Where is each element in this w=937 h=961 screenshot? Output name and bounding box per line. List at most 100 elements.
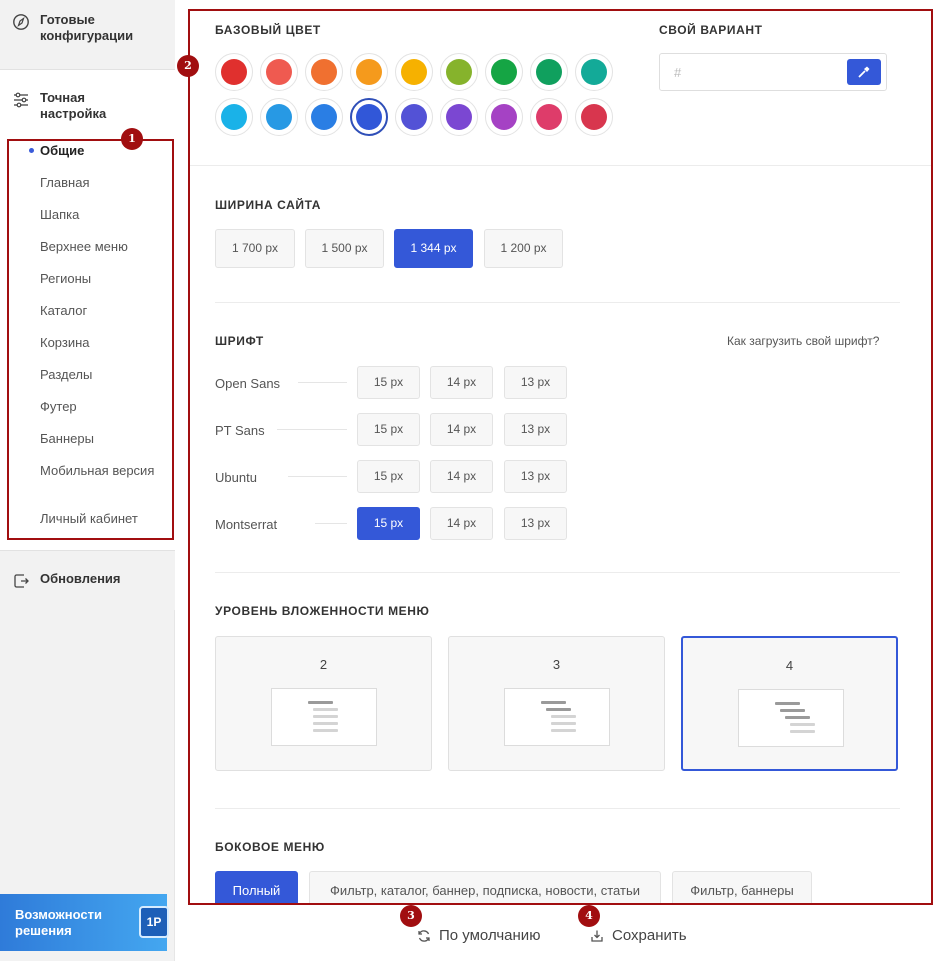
swatch-fill xyxy=(356,104,382,130)
site-width-title: ШИРИНА САЙТА xyxy=(215,198,322,212)
preview-line xyxy=(780,709,805,712)
swatch-fill xyxy=(491,104,517,130)
sidebar-subitem[interactable]: Верхнее меню xyxy=(40,239,165,255)
font-size-option[interactable]: 14 px xyxy=(430,366,493,399)
side-menu-option[interactable]: Фильтр, каталог, баннер, подписка, новос… xyxy=(309,871,661,903)
annotation-badge: 1 xyxy=(121,128,143,150)
base-color-title: БАЗОВЫЙ ЦВЕТ xyxy=(215,23,321,37)
menu-depth-card[interactable]: 4 xyxy=(681,636,898,771)
preview-line xyxy=(790,730,815,733)
preview-line xyxy=(313,729,338,732)
sidebar-subitem[interactable]: Шапка xyxy=(40,207,165,223)
swatch-fill xyxy=(266,104,292,130)
promo-banner[interactable]: Возможности решения 1Р xyxy=(0,894,169,951)
preview-line xyxy=(790,723,815,726)
eyedropper-icon xyxy=(858,66,870,78)
annotation-badge: 4 xyxy=(578,905,600,927)
color-swatch[interactable] xyxy=(485,53,523,91)
color-swatch[interactable] xyxy=(350,98,388,136)
swatch-fill xyxy=(581,59,607,85)
swatch-fill xyxy=(581,104,607,130)
sidebar-subitem[interactable]: Корзина xyxy=(40,335,165,351)
divider xyxy=(215,302,900,303)
menu-depth-card[interactable]: 2 xyxy=(215,636,432,771)
menu-depth-card[interactable]: 3 xyxy=(448,636,665,771)
sidebar-subitem[interactable]: Баннеры xyxy=(40,431,165,447)
color-swatch[interactable] xyxy=(440,53,478,91)
swatch-fill xyxy=(311,59,337,85)
settings-panel: БАЗОВЫЙ ЦВЕТ СВОЙ ВАРИАНТ # ШИРИНА САЙТА… xyxy=(188,9,933,905)
side-menu-option[interactable]: Фильтр, баннеры xyxy=(672,871,812,903)
font-size-option[interactable]: 13 px xyxy=(504,366,567,399)
color-swatch[interactable] xyxy=(440,98,478,136)
custom-color-title: СВОЙ ВАРИАНТ xyxy=(659,23,763,37)
sidebar-item-fine-tuning[interactable]: Точная настройка xyxy=(0,90,175,122)
color-swatch[interactable] xyxy=(575,98,613,136)
color-swatch[interactable] xyxy=(305,98,343,136)
color-swatch[interactable] xyxy=(485,98,523,136)
sidebar-subitem[interactable]: Главная xyxy=(40,175,165,191)
site-width-option[interactable]: 1 344 px xyxy=(394,229,473,268)
upload-font-link[interactable]: Как загрузить свой шрифт? xyxy=(727,334,879,348)
reset-label: По умолчанию xyxy=(439,927,541,944)
font-size-option[interactable]: 14 px xyxy=(430,507,493,540)
sidebar-subitem[interactable]: Личный кабинет xyxy=(40,511,165,527)
promo-label: Возможности решения xyxy=(15,907,102,938)
color-swatch[interactable] xyxy=(260,53,298,91)
annotation-badge: 2 xyxy=(177,55,199,77)
color-swatch[interactable] xyxy=(260,98,298,136)
save-button[interactable]: Сохранить xyxy=(590,927,687,944)
font-size-option[interactable]: 15 px xyxy=(357,460,420,493)
color-swatch[interactable] xyxy=(350,53,388,91)
font-size-option[interactable]: 13 px xyxy=(504,507,567,540)
color-swatch[interactable] xyxy=(575,53,613,91)
font-size-option[interactable]: 14 px xyxy=(430,460,493,493)
font-row-line xyxy=(277,429,347,430)
site-width-option[interactable]: 1 700 px xyxy=(215,229,295,268)
color-picker-button[interactable] xyxy=(847,59,881,85)
sidebar-subitem[interactable]: Общие xyxy=(40,143,165,159)
preview-line xyxy=(551,729,576,732)
hex-placeholder: # xyxy=(674,65,682,80)
menu-depth-preview xyxy=(738,689,844,747)
preview-line xyxy=(775,702,800,705)
sidebar-item-label: Точная настройка xyxy=(40,90,107,121)
site-width-option[interactable]: 1 200 px xyxy=(484,229,563,268)
font-size-option[interactable]: 15 px xyxy=(357,366,420,399)
font-size-option[interactable]: 13 px xyxy=(504,460,567,493)
hex-color-field[interactable]: # xyxy=(659,53,887,91)
sidebar-subitem[interactable]: Регионы xyxy=(40,271,165,287)
preview-line xyxy=(785,716,810,719)
sidebar-subitem[interactable]: Каталог xyxy=(40,303,165,319)
active-dot-icon xyxy=(29,148,34,153)
sidebar-item-label: Обновления xyxy=(40,571,121,586)
font-size-option[interactable]: 14 px xyxy=(430,413,493,446)
sidebar-subitem[interactable]: Футер xyxy=(40,399,165,415)
color-swatch[interactable] xyxy=(215,98,253,136)
sidebar-item-updates[interactable]: Обновления xyxy=(0,550,175,610)
save-label: Сохранить xyxy=(612,927,687,944)
font-title: ШРИФТ xyxy=(215,334,264,348)
sidebar-subitem[interactable]: Мобильная версия xyxy=(40,463,165,479)
swatch-fill xyxy=(221,104,247,130)
side-menu-option[interactable]: Полный xyxy=(215,871,298,903)
color-swatch[interactable] xyxy=(530,98,568,136)
sidebar-item-ready-configs[interactable]: Готовые конфигурации xyxy=(0,0,175,70)
font-name: PT Sans xyxy=(215,423,265,438)
sidebar-subitem[interactable]: Разделы xyxy=(40,367,165,383)
font-size-option[interactable]: 13 px xyxy=(504,413,567,446)
save-icon xyxy=(591,930,603,942)
font-size-option[interactable]: 15 px xyxy=(357,507,420,540)
site-width-option[interactable]: 1 500 px xyxy=(305,229,384,268)
color-swatch[interactable] xyxy=(215,53,253,91)
preview-line xyxy=(313,715,338,718)
reset-button[interactable]: По умолчанию xyxy=(417,927,540,944)
color-swatch[interactable] xyxy=(530,53,568,91)
refresh-icon xyxy=(418,929,430,942)
color-swatch[interactable] xyxy=(395,98,433,136)
color-swatch[interactable] xyxy=(395,53,433,91)
color-swatch[interactable] xyxy=(305,53,343,91)
font-row-line xyxy=(315,523,347,524)
swatch-fill xyxy=(401,104,427,130)
font-size-option[interactable]: 15 px xyxy=(357,413,420,446)
